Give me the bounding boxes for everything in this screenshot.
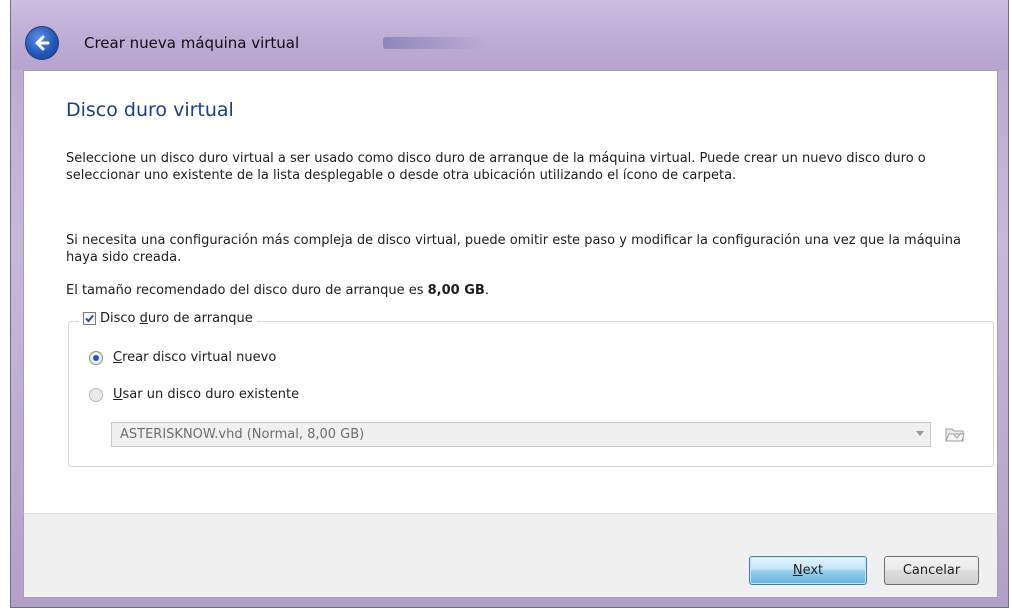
radio-selected-dot (93, 354, 99, 361)
title-bar: Crear nueva máquina virtual (11, 0, 1008, 70)
recommended-size-suffix: . (484, 283, 489, 298)
boot-disk-checkbox-row[interactable]: Disco duro de arranque (79, 311, 257, 326)
checkmark-icon (85, 314, 94, 323)
back-button[interactable] (25, 26, 59, 60)
page-title: Disco duro virtual (66, 99, 234, 121)
boot-disk-checkbox[interactable] (83, 312, 96, 325)
use-existing-disk-label: Usar un disco duro existente (113, 387, 300, 402)
next-button[interactable]: Next (749, 556, 867, 585)
window-title: Crear nueva máquina virtual (84, 34, 300, 52)
recommended-size-text: El tamaño recomendado del disco duro de … (66, 282, 991, 299)
create-new-disk-label: Crear disco virtual nuevo (113, 350, 277, 365)
wizard-window: Crear nueva máquina virtual Disco duro v… (10, 0, 1009, 608)
create-new-disk-option[interactable]: Crear disco virtual nuevo (89, 350, 276, 365)
use-existing-disk-radio[interactable] (89, 387, 103, 402)
folder-icon (945, 428, 965, 442)
chevron-down-icon (916, 431, 924, 436)
next-button-label: Next (792, 563, 824, 578)
recommended-size-value: 8,00 GB (427, 283, 485, 298)
cancel-button[interactable]: Cancelar (884, 556, 979, 585)
button-bar: Next Cancelar (23, 513, 998, 598)
title-bar-decoration (383, 37, 483, 49)
advanced-note-paragraph: Si necesita una configuración más comple… (66, 233, 961, 265)
create-new-disk-radio[interactable] (89, 350, 103, 365)
boot-disk-checkbox-label: Disco duro de arranque (100, 311, 253, 326)
wizard-page: Disco duro virtual Seleccione un disco d… (23, 70, 998, 513)
use-existing-disk-option[interactable]: Usar un disco duro existente (89, 387, 299, 402)
description-paragraph: Seleccione un disco duro virtual a ser u… (66, 151, 926, 183)
back-arrow-icon (35, 35, 50, 51)
cancel-button-label: Cancelar (902, 563, 961, 578)
boot-disk-group: Disco duro de arranque Crear disco virtu… (68, 311, 994, 467)
existing-disk-dropdown[interactable]: ASTERISKNOW.vhd (Normal, 8,00 GB) (111, 422, 931, 447)
recommended-size-prefix: El tamaño recomendado del disco duro de … (66, 283, 428, 298)
existing-disk-selected-value: ASTERISKNOW.vhd (Normal, 8,00 GB) (120, 427, 365, 442)
choose-disk-file-button[interactable] (943, 422, 967, 446)
